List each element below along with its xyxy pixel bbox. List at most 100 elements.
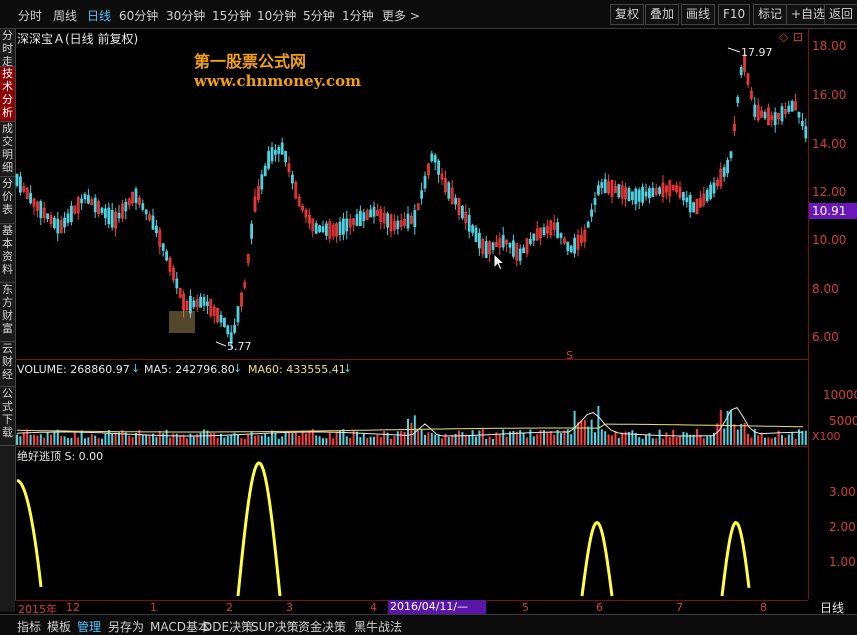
candle-body (144, 209, 148, 215)
volume-bar (441, 438, 443, 445)
sidebar-tab-formula-download[interactable]: 公式下载 (0, 387, 15, 446)
back-button[interactable]: 返回 (824, 4, 857, 25)
kline-chart[interactable] (0, 0, 857, 634)
candle-body (175, 278, 179, 289)
volume-bar (328, 432, 331, 445)
restore-rights-button[interactable]: 复权 (610, 4, 645, 25)
candle-body (134, 188, 138, 203)
volume-bar (26, 429, 29, 445)
candle-body (671, 184, 675, 191)
period-tab-15min[interactable]: 15分钟 (212, 7, 251, 24)
period-tab-more[interactable]: 更多 > (382, 7, 420, 24)
volume-bar (566, 429, 569, 445)
candle-body (280, 142, 284, 155)
candle-body (569, 245, 573, 253)
candle-body (603, 179, 607, 194)
volume-bar (121, 430, 124, 445)
volume-bar (451, 434, 454, 445)
candle-body (369, 209, 373, 218)
candle-body (137, 197, 141, 205)
volume-bar (33, 434, 35, 445)
period-tab-30min[interactable]: 30分钟 (166, 7, 205, 24)
candle-body (328, 221, 332, 239)
candle-body (22, 186, 26, 192)
period-tab-5min[interactable]: 5分钟 (303, 7, 335, 24)
tab-fund-decision[interactable]: 资金决策 (298, 618, 346, 635)
candle-body (767, 107, 770, 126)
candle-body (797, 111, 801, 118)
diamond-icon[interactable]: ◇ (779, 30, 788, 44)
sidebar-tab-eastmoney[interactable]: 东方财富 (0, 283, 15, 342)
period-tab-weekly[interactable]: 周线 (53, 7, 77, 24)
sidebar-tab-yuncaijing[interactable]: 云财经 (0, 342, 15, 387)
period-tab-10min[interactable]: 10分钟 (257, 7, 296, 24)
tab-macd-basic[interactable]: MACD基本 (150, 618, 210, 635)
indicator-tick: 2.00 (829, 520, 856, 534)
indicator-hump (16, 479, 43, 588)
period-tab-daily[interactable]: 日线 (87, 7, 111, 24)
volume-bar (444, 433, 447, 445)
tab-dde-decision[interactable]: DDE决策 (203, 618, 253, 635)
candle-body (355, 214, 359, 226)
expand-icon[interactable]: ⊡ (793, 30, 803, 44)
sidebar-tab-basic-info[interactable]: 基本资料 (0, 224, 15, 283)
volume-bar (206, 430, 209, 445)
candle-body (188, 295, 192, 314)
volume-bar (260, 435, 263, 445)
tab-black-bull[interactable]: 黑牛战法 (354, 618, 402, 635)
volume-bar (764, 437, 766, 445)
volume-bar (84, 438, 86, 445)
tab-manage[interactable]: 管理 (77, 618, 101, 635)
overlay-button[interactable]: 叠加 (645, 4, 680, 25)
volume-bar (165, 429, 168, 445)
volume-bar (46, 432, 49, 445)
tab-sup-decision[interactable]: SUP决策 (251, 618, 299, 635)
price-tick: 8.00 (812, 282, 839, 296)
candle-body (773, 112, 777, 126)
candle-body (301, 205, 305, 211)
volume-bar (543, 430, 545, 445)
ma5-arrow-icon: ↓ (233, 362, 243, 375)
tab-save-as[interactable]: 另存为 (108, 618, 144, 635)
watermark-url: www.chnmoney.com (194, 72, 361, 90)
indicator-hump (236, 461, 282, 597)
candle-body (501, 235, 505, 248)
candle-body (705, 189, 709, 202)
candle-body (777, 113, 780, 120)
volume-bar (315, 435, 318, 445)
f10-button[interactable]: F10 (718, 4, 751, 25)
sidebar-tab-trade-detail[interactable]: 成交明细 (0, 122, 15, 177)
volume-bar (628, 432, 630, 445)
volume-bar (63, 436, 66, 445)
candle-body (263, 165, 267, 177)
candle-body (318, 225, 322, 233)
candle-body (73, 205, 77, 214)
volume-bar (638, 437, 641, 445)
candle-body (104, 208, 107, 218)
volume-bar (254, 435, 256, 445)
candle-body (222, 317, 226, 327)
candle-body (443, 178, 447, 193)
candle-body (182, 293, 186, 311)
candle-body (63, 217, 66, 228)
sidebar-tab-intraday[interactable]: 分时走势 (0, 29, 15, 67)
volume-bar (294, 432, 297, 445)
tab-templates[interactable]: 模板 (47, 618, 71, 635)
candle-body (637, 189, 641, 202)
period-tab-intraday[interactable]: 分时 (18, 7, 42, 24)
period-tab-60min[interactable]: 60分钟 (119, 7, 158, 24)
candle-body (117, 212, 121, 219)
pane-divider-volume (15, 446, 808, 447)
candle-body (216, 307, 220, 322)
volume-bar (403, 431, 406, 445)
candle-body (454, 198, 458, 205)
sidebar-tab-price-table[interactable]: 分价表 (0, 177, 15, 224)
candle-body (59, 220, 63, 234)
tab-indicators[interactable]: 指标 (17, 618, 41, 635)
volume-bar (311, 429, 314, 445)
mark-button[interactable]: 标记 (753, 4, 788, 25)
period-tab-1min[interactable]: 1分钟 (342, 7, 374, 24)
sidebar-tab-technical[interactable]: 技术分析 (0, 67, 15, 122)
draw-line-button[interactable]: 画线 (681, 4, 716, 25)
volume-bar (332, 438, 335, 445)
